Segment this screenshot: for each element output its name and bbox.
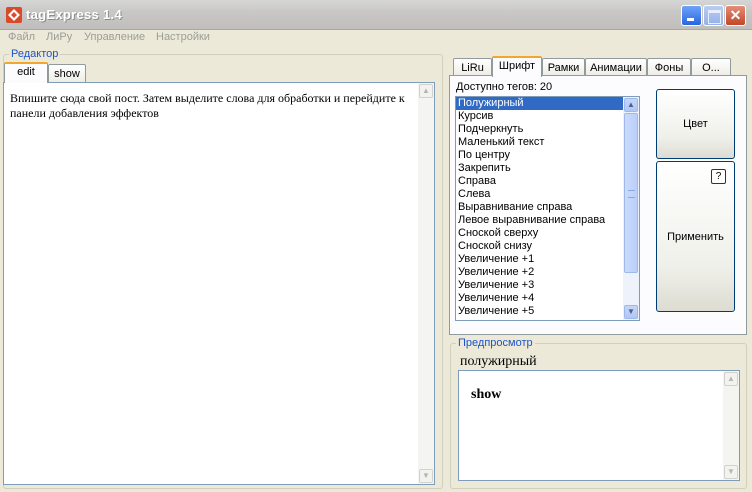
scroll-up-icon[interactable]: ▲ [724, 372, 738, 386]
tag-list-item[interactable]: Увеличение +2 [456, 266, 623, 279]
minimize-button[interactable] [681, 5, 702, 26]
maximize-button[interactable] [703, 5, 724, 26]
preview-content: show [471, 387, 502, 402]
preview-group-caption: Предпросмотр [456, 337, 535, 349]
scroll-down-icon[interactable]: ▼ [724, 465, 738, 479]
menu-bar: Файл ЛиРу Управление Настройки [0, 30, 752, 46]
tag-list-item[interactable]: По центру [456, 149, 623, 162]
menu-settings[interactable]: Настройки [156, 31, 210, 43]
tag-list[interactable]: Полужирный Курсив Подчеркнуть Маленький тек… [455, 96, 640, 321]
app-logo-icon [6, 7, 22, 23]
tag-count-label: Доступно тегов: 20 [456, 81, 553, 93]
preview-box: show ▲ ▼ [458, 370, 740, 481]
scroll-up-icon[interactable]: ▲ [624, 98, 638, 112]
preview-scrollbar[interactable]: ▲ ▼ [723, 371, 739, 480]
tag-list-item[interactable]: Справа [456, 175, 623, 188]
tag-list-scrollbar[interactable]: ▲ ▼ [623, 97, 639, 320]
tag-list-item[interactable]: Курсив [456, 110, 623, 123]
scroll-down-icon[interactable]: ▼ [624, 305, 638, 319]
menu-file[interactable]: Файл [8, 31, 35, 43]
tag-list-item[interactable]: Левое выравнивание справа [456, 214, 623, 227]
close-button[interactable]: ✕ [725, 5, 746, 26]
scroll-up-icon[interactable]: ▲ [419, 84, 433, 98]
tag-list-item[interactable]: Подчеркнуть [456, 123, 623, 136]
tag-list-item[interactable]: Увеличение +4 [456, 292, 623, 305]
scroll-down-icon[interactable]: ▼ [419, 469, 433, 483]
preview-title: полужирный [460, 354, 537, 369]
post-editor[interactable]: Впишите сюда свой пост. Затем выделите с… [3, 82, 435, 485]
editor-scrollbar[interactable]: ▲ ▼ [418, 83, 434, 484]
editor-content[interactable]: Впишите сюда свой пост. Затем выделите с… [10, 91, 410, 121]
tag-list-item[interactable]: Увеличение +3 [456, 279, 623, 292]
tag-list-item[interactable]: Увеличение +5 [456, 305, 623, 318]
tag-list-item[interactable]: Слева [456, 188, 623, 201]
close-icon: ✕ [729, 7, 742, 23]
minimize-icon [682, 6, 701, 25]
tab-show[interactable]: show [48, 64, 86, 83]
tag-list-item[interactable]: Сноской сверху [456, 227, 623, 240]
tag-list-item[interactable]: Увеличение +1 [456, 253, 623, 266]
menu-manage[interactable]: Управление [84, 31, 145, 43]
menu-liru[interactable]: ЛиРу [46, 31, 72, 43]
tag-list-item[interactable]: Сноской снизу [456, 240, 623, 253]
maximize-icon [704, 6, 723, 25]
scroll-thumb[interactable] [624, 113, 638, 273]
window-title: tagExpress 1.4 [26, 7, 122, 22]
tag-list-item[interactable]: Закрепить [456, 162, 623, 175]
tag-list-item[interactable]: Полужирный [456, 97, 623, 110]
tab-edit[interactable]: edit [4, 62, 48, 83]
color-button[interactable]: Цвет [656, 89, 735, 159]
help-icon[interactable]: ? [711, 169, 726, 184]
tab-font[interactable]: Шрифт [492, 56, 542, 77]
tag-list-item[interactable]: Маленький текст [456, 136, 623, 149]
editor-group-caption: Редактор [9, 48, 61, 60]
title-bar: tagExpress 1.4 ✕ [0, 0, 752, 30]
tag-list-item[interactable]: Выравнивание справа [456, 201, 623, 214]
